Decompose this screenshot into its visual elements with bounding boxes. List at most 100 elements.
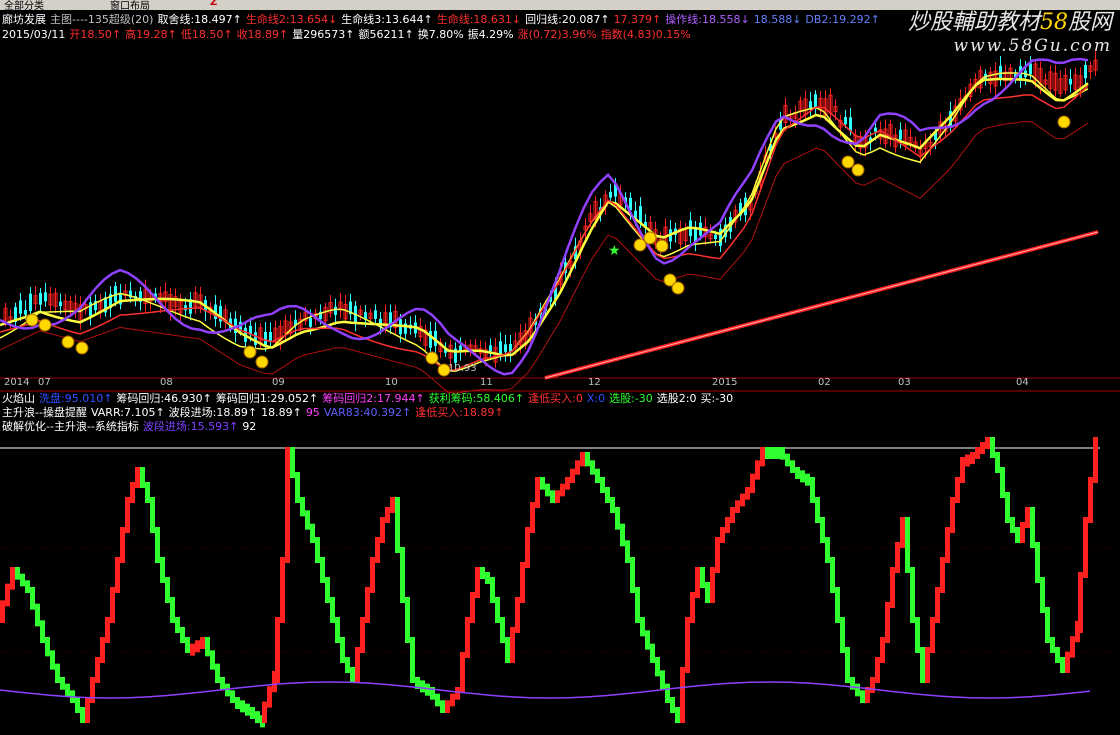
chart-canvas[interactable]: ★ (0, 0, 1120, 735)
oscillator-bar (420, 680, 425, 693)
x-axis-label: 11 (480, 377, 493, 388)
oscillator-bar (175, 617, 180, 633)
oscillator-bar (465, 617, 470, 658)
oscillator-bar (435, 693, 440, 707)
oscillator-bar (450, 693, 455, 707)
oscillator-bar (765, 447, 770, 459)
smiley-icon (1057, 115, 1071, 129)
ind1-field: 筹码回归2:17.944↑ (322, 392, 425, 405)
oscillator-bar (380, 517, 385, 543)
oscillator-bar (360, 617, 365, 653)
oscillator-bar (385, 507, 390, 523)
oscillator-bar (460, 652, 465, 693)
oscillator-bar (365, 587, 370, 623)
oscillator-bar (20, 573, 25, 587)
ind1-field: 逢低买入:0 (528, 392, 583, 405)
oscillator-bar (575, 460, 580, 475)
oscillator-bar (565, 477, 570, 490)
candle-body (504, 344, 507, 352)
star-icon: ★ (608, 243, 621, 259)
toolbar-item-all-categories[interactable]: 全部分类 (4, 0, 44, 10)
row2-field: 换7.80% (417, 28, 464, 41)
candle-body (1029, 63, 1032, 75)
oscillator-bar (145, 482, 150, 503)
oscillator-bar (5, 583, 10, 607)
oscillator-bar (720, 527, 725, 543)
oscillator-bar (660, 670, 665, 690)
row2-field: 振4.29% (467, 28, 514, 41)
candle-body (59, 301, 62, 307)
oscillator-bar (65, 683, 70, 697)
oscillator-bar (530, 502, 535, 533)
row1-field: 生命线2:13.654↓ (245, 13, 338, 26)
ma-darkred-line (0, 120, 1089, 394)
x-axis-label: 09 (272, 377, 285, 388)
oscillator-bar (950, 497, 955, 533)
oscillator-bar (885, 602, 890, 643)
oscillator-bar (1025, 507, 1030, 528)
oscillator-bar (95, 657, 100, 683)
oscillator-bar (900, 517, 905, 548)
oscillator-bar (220, 677, 225, 690)
oscillator-bar (930, 617, 935, 653)
candle-body (264, 331, 267, 346)
row2-field: 低18.50↑ (180, 28, 233, 41)
row2-field: 收18.89↑ (236, 28, 289, 41)
oscillator-bar (350, 667, 355, 683)
oscillator-bar (665, 683, 670, 703)
oscillator-bar (200, 637, 205, 649)
ind2-field: VARR:7.105↑ (90, 406, 165, 419)
oscillator-bar (735, 500, 740, 513)
oscillator-bar (105, 617, 110, 643)
oscillator-bar (130, 482, 135, 503)
oscillator-bar (840, 617, 845, 653)
oscillator-bar (320, 557, 325, 583)
smiley-icon (61, 335, 75, 349)
oscillator-bar (210, 650, 215, 670)
oscillator-bar (870, 677, 875, 693)
oscillator-bar (970, 452, 975, 464)
oscillator-bar (525, 527, 530, 568)
smiley-icon (255, 355, 269, 369)
oscillator-purple-line (0, 681, 1091, 699)
oscillator-bar (505, 637, 510, 663)
oscillator-bar (680, 667, 685, 723)
oscillator-bar (625, 540, 630, 563)
toolbar-item-window-layout[interactable]: 窗口布局 (110, 0, 150, 10)
ind1-field: 筹码回归1:29.052↑ (215, 392, 319, 405)
indicator-1-header: 火焰山 洗盘:95.010↑ 筹码回归:46.930↑ 筹码回归1:29.052↑ 筹码… (2, 392, 737, 406)
oscillator-bar (770, 447, 775, 459)
oscillator-bar (860, 690, 865, 703)
oscillator-bar (780, 447, 785, 460)
oscillator-bar (655, 657, 660, 677)
oscillator-bar (405, 597, 410, 643)
oscillator-bar (250, 707, 255, 719)
oscillator-bar (1015, 527, 1020, 543)
main-chart-header: 廊坊发展 主图----135超级(20) 取舍线:18.497↑ 生命线2:13.65… (2, 13, 884, 27)
candle-body (39, 292, 42, 305)
candle-body (714, 234, 717, 240)
oscillator-bar (500, 617, 505, 643)
oscillator-bar (205, 637, 210, 657)
oscillator-bar (475, 567, 480, 598)
indicator-2-header: 主升浪--操盘提醒 VARR:7.105↑ 波段进场:18.89↑ 18.89↑ 95 V… (2, 406, 508, 420)
ind2-field: 18.89↑ (261, 406, 302, 419)
oscillator-bar (845, 647, 850, 683)
candle-body (899, 129, 902, 140)
x-axis-label: 2014 (4, 377, 30, 388)
oscillator-bar (700, 567, 705, 588)
toolbar-item-z[interactable]: Z (210, 0, 217, 8)
oscillator-bar (715, 537, 720, 573)
oscillator-bar (335, 617, 340, 643)
watermark-title: 炒股輔助教材58股网 (907, 10, 1112, 35)
oscillator-bar (300, 497, 305, 517)
oscillator-bar (215, 663, 220, 683)
oscillator-bar (880, 637, 885, 663)
oscillator-bar (830, 557, 835, 593)
oscillator-bar (685, 617, 690, 673)
oscillator-bar (995, 452, 1000, 473)
ma-yellow-thin-line (0, 72, 1089, 372)
smiley-icon (243, 345, 257, 359)
oscillator-bar (455, 687, 460, 700)
oscillator-bar (610, 497, 615, 513)
